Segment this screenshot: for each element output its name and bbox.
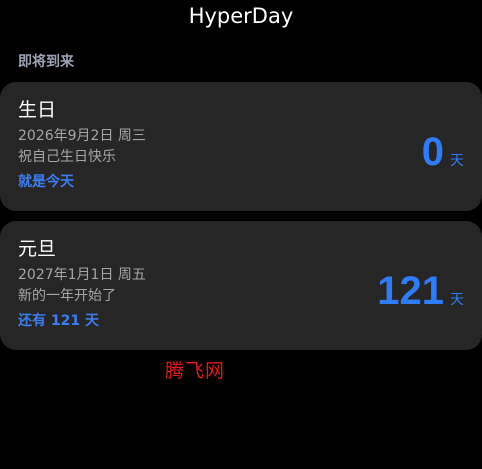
event-note: 新的一年开始了 — [18, 288, 116, 304]
day-count-number: 0 — [421, 130, 444, 174]
event-status: 还有 121 天 — [18, 313, 99, 329]
day-count-unit: 天 — [450, 292, 464, 308]
event-card-birthday[interactable]: 生日 2026年9月2日 周三 祝自己生日快乐 就是今天 0 天 — [0, 82, 482, 211]
event-card-new-year[interactable]: 元旦 2027年1月1日 周五 新的一年开始了 还有 121 天 121 天 — [0, 221, 482, 350]
event-note: 祝自己生日快乐 — [18, 149, 116, 165]
watermark-text: 腾飞网 — [165, 360, 226, 382]
day-count-number: 121 — [377, 269, 444, 313]
day-count: 0 天 — [422, 122, 464, 174]
event-date: 2027年1月1日 周五 — [18, 267, 146, 283]
event-date: 2026年9月2日 周三 — [18, 128, 146, 144]
section-header-upcoming: 即将到来 — [18, 54, 74, 70]
event-status: 就是今天 — [18, 174, 74, 190]
day-count-unit: 天 — [450, 153, 464, 169]
day-count: 121 天 — [377, 261, 464, 313]
event-name: 元旦 — [18, 238, 57, 260]
event-name: 生日 — [18, 99, 57, 121]
app-title: HyperDay — [188, 4, 294, 28]
